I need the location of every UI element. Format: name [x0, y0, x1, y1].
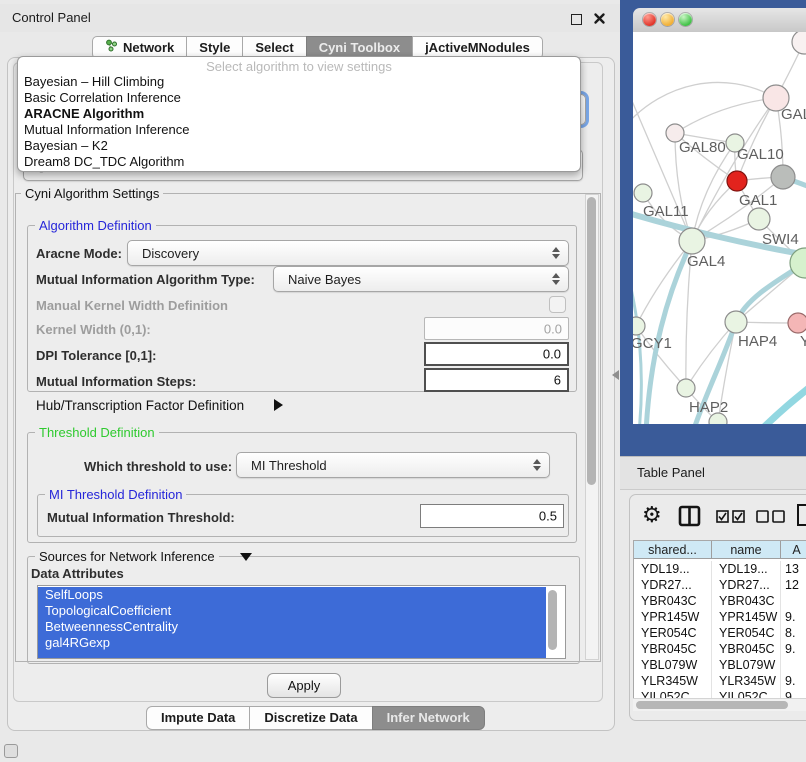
dropdown-item[interactable]: Dream8 DC_TDC Algorithm — [24, 154, 184, 170]
mi-type-label: Mutual Information Algorithm Type: — [36, 272, 255, 287]
window-minimize-button[interactable] — [661, 13, 674, 26]
mi-steps-field[interactable]: 6 — [424, 368, 569, 392]
expand-arrow-icon[interactable] — [274, 399, 283, 411]
cyni-bottom-tabbar: Impute Data Discretize Data Infer Networ… — [146, 706, 485, 730]
close-icon[interactable] — [593, 12, 606, 25]
columns-icon[interactable] — [678, 505, 702, 529]
mi-steps-label: Mutual Information Steps: — [36, 374, 196, 389]
which-threshold-combo[interactable]: MI Threshold — [236, 452, 550, 478]
tab-impute-data[interactable]: Impute Data — [146, 706, 250, 730]
dpi-tolerance-label: DPI Tolerance [0,1]: — [36, 348, 156, 363]
threshold-definition-title: Threshold Definition — [35, 425, 159, 440]
minimized-panel-icon[interactable] — [4, 744, 18, 758]
node-label: HAP2 — [689, 399, 728, 416]
aracne-mode-combo[interactable]: Discovery — [127, 240, 569, 266]
stepper-arrows-icon — [552, 247, 560, 259]
dropdown-placeholder: Select algorithm to view settings — [18, 59, 580, 74]
control-panel-titlebar: Control Panel — [0, 4, 620, 32]
manual-kernel-label: Manual Kernel Width Definition — [36, 298, 228, 313]
column-header[interactable]: A — [781, 541, 806, 559]
node-hap4[interactable] — [725, 311, 747, 333]
collapse-arrow-icon[interactable] — [240, 553, 252, 561]
node-label: HAP4 — [738, 333, 777, 350]
node-label: GAL11 — [643, 203, 689, 220]
checked-pair-icon[interactable] — [716, 510, 746, 523]
window-zoom-button[interactable] — [679, 13, 692, 26]
node-gcy1[interactable] — [633, 317, 645, 335]
float-icon[interactable] — [571, 14, 582, 25]
algorithm-definition-title: Algorithm Definition — [35, 218, 156, 233]
tab-network-label: Network — [123, 37, 174, 58]
network-canvas[interactable]: GAL GAL80 GAL10 GAL11 GAL1 SWI4 GAL4 GCY… — [633, 32, 806, 424]
list-item-partial[interactable] — [38, 651, 546, 659]
dropdown-item[interactable]: Mutual Information Inference — [24, 122, 189, 138]
table-panel-titlebar: Table Panel — [620, 456, 806, 490]
stepper-arrows-icon — [533, 459, 541, 471]
node-partial-top[interactable] — [792, 32, 806, 54]
list-item[interactable]: SelfLoops — [38, 587, 546, 603]
node-hap2[interactable] — [677, 379, 695, 397]
node-gal4[interactable] — [679, 228, 705, 254]
column-header[interactable]: name — [712, 541, 781, 559]
node-gal11[interactable] — [634, 184, 652, 202]
node-label: GAL — [781, 106, 806, 123]
dpi-tolerance-field[interactable]: 0.0 — [424, 342, 569, 366]
dropdown-item[interactable]: Bayesian – K2 — [24, 138, 108, 154]
kernel-width-field[interactable]: 0.0 — [424, 317, 569, 340]
dropdown-item[interactable]: Basic Correlation Inference — [24, 90, 181, 106]
node-label: GAL4 — [687, 253, 725, 270]
mi-type-combo[interactable]: Naive Bayes — [273, 266, 569, 292]
gear-icon[interactable]: ⚙ — [642, 503, 662, 528]
mi-threshold-label: Mutual Information Threshold: — [47, 510, 235, 525]
stepper-arrows-icon — [552, 273, 560, 285]
mi-threshold-group-title: MI Threshold Definition — [45, 487, 186, 502]
aracne-mode-label: Aracne Mode: — [36, 246, 122, 261]
dropdown-item-aracne[interactable]: ARACNE Algorithm — [24, 106, 144, 122]
unchecked-pair-icon[interactable] — [756, 510, 786, 523]
node-label: GAL1 — [739, 192, 777, 209]
table-panel-title: Table Panel — [637, 457, 705, 488]
document-icon[interactable] — [796, 503, 806, 527]
apply-button[interactable]: Apply — [267, 673, 341, 698]
dropdown-item[interactable]: Bayesian – Hill Climbing — [24, 74, 164, 90]
data-attributes-list: SelfLoops TopologicalCoefficient Between… — [37, 585, 566, 659]
network-window-titlebar[interactable] — [633, 8, 806, 33]
list-item[interactable]: BetweennessCentrality — [38, 619, 546, 635]
settings-scrollbar-thumb[interactable] — [587, 197, 596, 485]
node-label: Y — [800, 333, 806, 350]
node-gal1[interactable] — [748, 208, 770, 230]
node-gray[interactable] — [771, 165, 795, 189]
tab-infer-network[interactable]: Infer Network — [372, 706, 485, 730]
manual-kernel-checkbox[interactable] — [549, 296, 566, 313]
node-table[interactable]: shared... name A YDL19... YDL19... 13 YD… — [633, 540, 806, 699]
sources-group-title: Sources for Network Inference — [35, 549, 219, 564]
node-label: GCY1 — [633, 335, 672, 352]
table-hscrollbar-track[interactable] — [633, 698, 806, 711]
list-item[interactable]: TopologicalCoefficient — [38, 603, 546, 619]
data-attributes-label: Data Attributes — [31, 566, 124, 581]
node-label: SWI4 — [762, 231, 799, 248]
control-panel-title: Control Panel — [12, 10, 91, 25]
algorithm-dropdown-list: Select algorithm to view settings Bayesi… — [17, 56, 581, 172]
node-label: GAL10 — [737, 146, 784, 163]
table-hscrollbar-thumb[interactable] — [636, 701, 788, 709]
list-scrollbar-thumb[interactable] — [548, 590, 557, 650]
kernel-width-label: Kernel Width (0,1): — [36, 322, 151, 337]
which-threshold-label: Which threshold to use: — [84, 459, 232, 474]
window-close-button[interactable] — [643, 13, 656, 26]
tab-discretize-data[interactable]: Discretize Data — [249, 706, 372, 730]
node-pink-right[interactable] — [788, 313, 806, 333]
column-header[interactable]: shared... — [634, 541, 712, 559]
mi-threshold-field[interactable]: 0.5 — [420, 504, 564, 528]
screenshot-root: Control Panel Network Style Select Cyni … — [0, 0, 806, 762]
node-label: GAL80 — [679, 139, 726, 156]
hub-section-label: Hub/Transcription Factor Definition — [36, 398, 244, 413]
list-item[interactable]: gal4RGexp — [38, 635, 546, 651]
node-selected-red[interactable] — [727, 171, 747, 191]
network-tab-icon — [105, 37, 118, 58]
settings-group-title: Cyni Algorithm Settings — [21, 186, 163, 201]
panel-divider-grip[interactable] — [612, 370, 619, 380]
